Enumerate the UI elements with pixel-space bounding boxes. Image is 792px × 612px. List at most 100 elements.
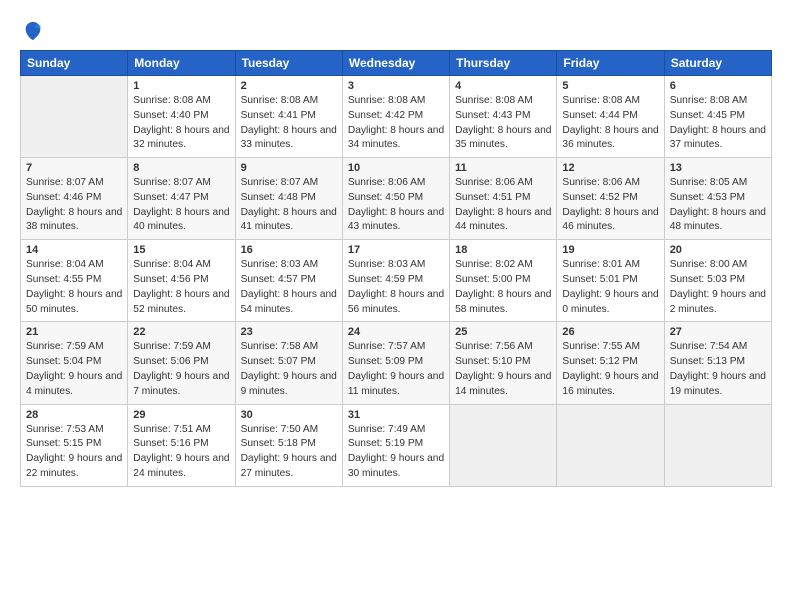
day-info: Sunrise: 8:00 AMSunset: 5:03 PMDaylight:… xyxy=(670,258,766,317)
week-row-3: 14Sunrise: 8:04 AMSunset: 4:55 PMDayligh… xyxy=(21,240,772,322)
sunrise: Sunrise: 8:08 AM xyxy=(348,95,426,106)
day-info: Sunrise: 7:59 AMSunset: 5:06 PMDaylight:… xyxy=(133,340,229,399)
day-number: 9 xyxy=(241,162,337,174)
col-header-tuesday: Tuesday xyxy=(235,51,342,76)
daylight: Daylight: 9 hours and 2 minutes. xyxy=(670,289,766,315)
day-number: 27 xyxy=(670,326,766,338)
day-cell: 14Sunrise: 8:04 AMSunset: 4:55 PMDayligh… xyxy=(21,240,128,322)
sunrise: Sunrise: 7:53 AM xyxy=(26,424,104,435)
sunset: Sunset: 4:57 PM xyxy=(241,274,316,285)
sunrise: Sunrise: 8:07 AM xyxy=(241,177,319,188)
day-info: Sunrise: 8:06 AMSunset: 4:51 PMDaylight:… xyxy=(455,176,551,235)
sunset: Sunset: 4:52 PM xyxy=(562,192,637,203)
sunset: Sunset: 5:04 PM xyxy=(26,356,101,367)
day-cell: 21Sunrise: 7:59 AMSunset: 5:04 PMDayligh… xyxy=(21,322,128,404)
sunrise: Sunrise: 7:51 AM xyxy=(133,424,211,435)
sunrise: Sunrise: 8:03 AM xyxy=(241,259,319,270)
sunset: Sunset: 5:16 PM xyxy=(133,438,208,449)
sunrise: Sunrise: 8:07 AM xyxy=(26,177,104,188)
day-info: Sunrise: 8:07 AMSunset: 4:46 PMDaylight:… xyxy=(26,176,122,235)
day-number: 20 xyxy=(670,244,766,256)
day-info: Sunrise: 8:08 AMSunset: 4:45 PMDaylight:… xyxy=(670,94,766,153)
day-number: 17 xyxy=(348,244,444,256)
day-cell: 8Sunrise: 8:07 AMSunset: 4:47 PMDaylight… xyxy=(128,158,235,240)
daylight: Daylight: 8 hours and 32 minutes. xyxy=(133,125,229,151)
sunrise: Sunrise: 7:56 AM xyxy=(455,341,533,352)
sunrise: Sunrise: 7:59 AM xyxy=(26,341,104,352)
day-cell xyxy=(450,404,557,486)
day-cell: 27Sunrise: 7:54 AMSunset: 5:13 PMDayligh… xyxy=(664,322,771,404)
sunset: Sunset: 5:03 PM xyxy=(670,274,745,285)
day-info: Sunrise: 8:04 AMSunset: 4:55 PMDaylight:… xyxy=(26,258,122,317)
sunset: Sunset: 4:45 PM xyxy=(670,110,745,121)
day-cell: 20 Sunrise: 8:00 AMSunset: 5:03 PMDayligh… xyxy=(664,240,771,322)
day-cell: 26 Sunrise: 7:55 AM Sunset: 5:12 PM Dayligh… xyxy=(557,322,664,404)
sunrise: Sunrise: 8:06 AM xyxy=(455,177,533,188)
day-info: Sunrise: 7:55 AM Sunset: 5:12 PM Daylight:… xyxy=(562,340,658,399)
day-number: 11 xyxy=(455,162,551,174)
sunset: Sunset: 4:56 PM xyxy=(133,274,208,285)
day-info: Sunrise: 7:51 AMSunset: 5:16 PMDaylight:… xyxy=(133,423,229,482)
page: SundayMondayTuesdayWednesdayThursdayFrid… xyxy=(0,0,792,497)
daylight: Daylight: 9 hours and 4 minutes. xyxy=(26,371,122,397)
day-number: 29 xyxy=(133,409,229,421)
daylight: Daylight: 9 hours and 9 minutes. xyxy=(241,371,337,397)
day-cell: 22Sunrise: 7:59 AMSunset: 5:06 PMDayligh… xyxy=(128,322,235,404)
day-info: Sunrise: 8:08 AM Sunset: 4:44 PM Daylight:… xyxy=(562,94,658,153)
col-header-sunday: Sunday xyxy=(21,51,128,76)
day-number: 4 xyxy=(455,80,551,92)
day-number: 18 xyxy=(455,244,551,256)
sunset: Sunset: 5:13 PM xyxy=(670,356,745,367)
sunrise: Sunrise: 7:58 AM xyxy=(241,341,319,352)
day-number: 22 xyxy=(133,326,229,338)
day-number: 15 xyxy=(133,244,229,256)
daylight: Daylight: 9 hours and 16 minutes. xyxy=(562,371,658,397)
sunset: Sunset: 5:09 PM xyxy=(348,356,423,367)
sunrise: Sunrise: 7:59 AM xyxy=(133,341,211,352)
day-cell: 11Sunrise: 8:06 AMSunset: 4:51 PMDayligh… xyxy=(450,158,557,240)
day-number: 25 xyxy=(455,326,551,338)
daylight: Daylight: 8 hours and 56 minutes. xyxy=(348,289,444,315)
day-cell: 6Sunrise: 8:08 AMSunset: 4:45 PMDaylight… xyxy=(664,76,771,158)
daylight: Daylight: 8 hours and 50 minutes. xyxy=(26,289,122,315)
sunrise: Sunrise: 7:55 AM xyxy=(562,341,640,352)
daylight: Daylight: 8 hours and 36 minutes. xyxy=(562,125,658,151)
sunrise: Sunrise: 8:08 AM xyxy=(562,95,640,106)
day-cell: 1Sunrise: 8:08 AMSunset: 4:40 PMDaylight… xyxy=(128,76,235,158)
sunset: Sunset: 5:00 PM xyxy=(455,274,530,285)
sunset: Sunset: 5:01 PM xyxy=(562,274,637,285)
day-cell: 30Sunrise: 7:50 AMSunset: 5:18 PMDayligh… xyxy=(235,404,342,486)
sunset: Sunset: 5:06 PM xyxy=(133,356,208,367)
daylight: Daylight: 9 hours and 0 minutes. xyxy=(562,289,658,315)
daylight: Daylight: 8 hours and 54 minutes. xyxy=(241,289,337,315)
day-cell: 16Sunrise: 8:03 AMSunset: 4:57 PMDayligh… xyxy=(235,240,342,322)
day-cell: 24Sunrise: 7:57 AMSunset: 5:09 PMDayligh… xyxy=(342,322,449,404)
day-info: Sunrise: 7:49 AMSunset: 5:19 PMDaylight:… xyxy=(348,423,444,482)
sunrise: Sunrise: 8:04 AM xyxy=(26,259,104,270)
day-number: 26 xyxy=(562,326,658,338)
day-cell: 2Sunrise: 8:08 AMSunset: 4:41 PMDaylight… xyxy=(235,76,342,158)
sunrise: Sunrise: 8:08 AM xyxy=(455,95,533,106)
sunset: Sunset: 5:18 PM xyxy=(241,438,316,449)
sunset: Sunset: 4:50 PM xyxy=(348,192,423,203)
day-number: 3 xyxy=(348,80,444,92)
day-number: 2 xyxy=(241,80,337,92)
sunset: Sunset: 5:07 PM xyxy=(241,356,316,367)
sunrise: Sunrise: 8:04 AM xyxy=(133,259,211,270)
day-number: 5 xyxy=(562,80,658,92)
sunset: Sunset: 4:51 PM xyxy=(455,192,530,203)
sunset: Sunset: 5:12 PM xyxy=(562,356,637,367)
day-info: Sunrise: 8:07 AMSunset: 4:47 PMDaylight:… xyxy=(133,176,229,235)
day-info: Sunrise: 7:56 AMSunset: 5:10 PMDaylight:… xyxy=(455,340,551,399)
day-info: Sunrise: 8:03 AMSunset: 4:59 PMDaylight:… xyxy=(348,258,444,317)
day-number: 1 xyxy=(133,80,229,92)
day-info: Sunrise: 8:07 AMSunset: 4:48 PMDaylight:… xyxy=(241,176,337,235)
day-cell xyxy=(21,76,128,158)
col-header-wednesday: Wednesday xyxy=(342,51,449,76)
sunset: Sunset: 4:41 PM xyxy=(241,110,316,121)
sunset: Sunset: 4:44 PM xyxy=(562,110,637,121)
sunrise: Sunrise: 8:08 AM xyxy=(670,95,748,106)
sunrise: Sunrise: 8:05 AM xyxy=(670,177,748,188)
day-cell: 13Sunrise: 8:05 AMSunset: 4:53 PMDayligh… xyxy=(664,158,771,240)
day-info: Sunrise: 7:59 AM Sunset: 5:04 PM Daylight:… xyxy=(26,340,122,399)
